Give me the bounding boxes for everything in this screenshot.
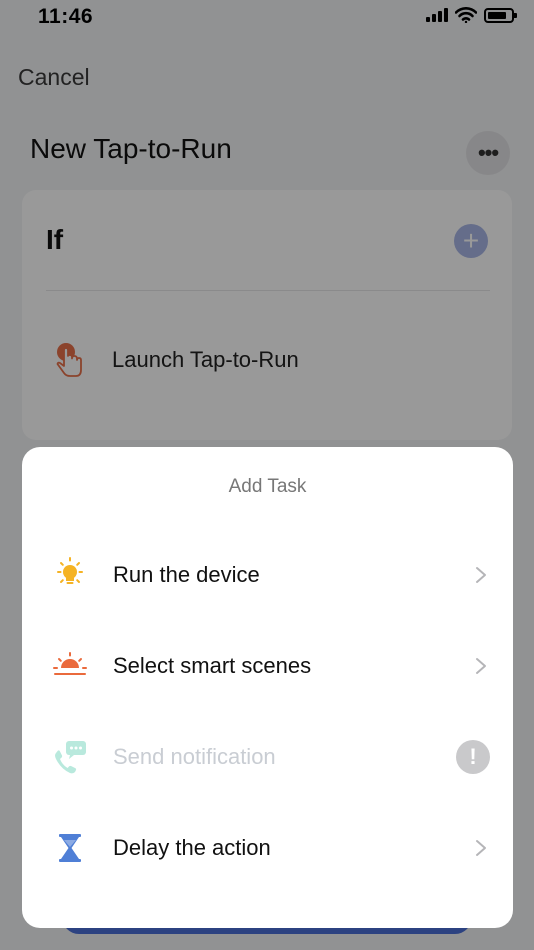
- task-label: Run the device: [113, 562, 260, 587]
- task-label: Select smart scenes: [113, 653, 312, 678]
- warning-icon[interactable]: !: [456, 740, 490, 774]
- task-item-run-device[interactable]: Run the device: [22, 540, 513, 610]
- task-item-delay-action[interactable]: Delay the action: [22, 813, 513, 883]
- task-label: Delay the action: [113, 835, 271, 860]
- task-item-smart-scenes[interactable]: Select smart scenes: [22, 631, 513, 701]
- bulb-icon: [50, 555, 90, 595]
- add-task-sheet: Add Task Run the device Select smart sce…: [22, 447, 513, 928]
- chevron-right-icon: [476, 658, 486, 674]
- chevron-right-icon: [476, 567, 486, 583]
- task-label: Send notification: [113, 744, 276, 769]
- task-item-send-notification[interactable]: Send notification !: [22, 722, 513, 792]
- sheet-title: Add Task: [228, 476, 307, 497]
- chevron-right-icon: [476, 840, 486, 856]
- phone-message-icon: [50, 737, 90, 777]
- hourglass-icon: [50, 828, 90, 868]
- sunrise-icon: [50, 646, 90, 686]
